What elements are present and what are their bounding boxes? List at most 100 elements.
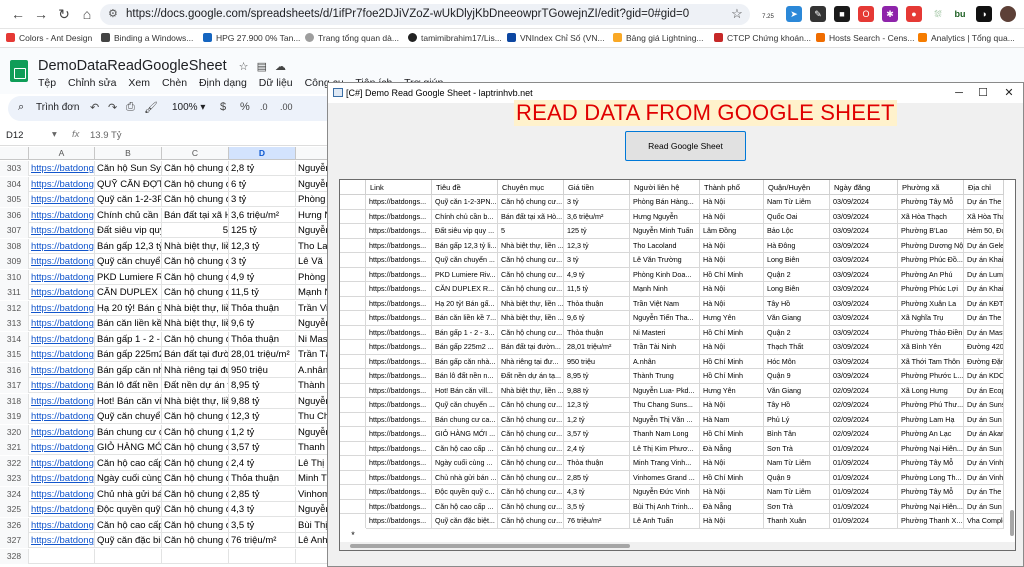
grid-cell[interactable]: 2,85 tỷ [564,470,630,486]
menu-file[interactable]: Tệp [38,77,56,89]
grid-cell[interactable]: PKD Lumiere Riv... [432,267,498,283]
grid-cell[interactable]: Hóc Môn [764,354,830,370]
scroll-thumb[interactable] [350,544,630,548]
decrease-decimal-button[interactable]: .0 [260,102,268,112]
grid-cell[interactable]: https://batdongs... [366,253,432,268]
sheet-row[interactable]: 321 https://batdong GIỎ HÀNG MỚI Căn hộ chu… [0,440,330,455]
cell-title[interactable]: Chính chủ cần bá [95,207,162,223]
move-folder-icon[interactable]: ▤ [257,61,267,73]
cell-contact[interactable]: Mạnh N [296,285,330,300]
grid-cell[interactable]: https://batdongs... [366,238,432,254]
column-header[interactable]: B [95,147,162,160]
grid-cell[interactable]: Hà Nội [700,209,764,225]
row-header[interactable] [340,369,366,384]
grid-cell[interactable]: Hà Nội [700,340,764,355]
grid-cell[interactable]: Hưng Nguyễn [630,209,700,225]
grid-cell[interactable]: Sơn Trà [764,441,830,457]
cell-price[interactable]: 3,5 tỷ [229,517,296,533]
grid-cell[interactable]: Căn hộ chung cư... [498,470,564,486]
column-header[interactable]: A [29,147,95,160]
cell-title[interactable]: Bán gấp căn nhà [95,362,162,378]
grid-cell[interactable]: Xã Bình Yên [898,340,964,355]
grid-row[interactable]: https://batdongs... PKD Lumiere Riv... Căn… [340,267,1015,283]
grid-cell[interactable]: 01/09/2024 [830,514,898,529]
grid-cell[interactable]: Hồ Chí Minh [700,369,764,384]
grid-cell[interactable]: 9,88 tỷ [564,383,630,399]
extension-icon-2[interactable]: ✱ [882,6,898,22]
cell-link[interactable]: https://batdong [29,347,95,362]
grid-column-header[interactable]: Thành phố [700,180,764,195]
grid-cell[interactable]: 2,4 tỷ [564,441,630,457]
cell-contact[interactable]: Thanh [296,440,330,455]
grid-cell[interactable]: Dự án The [964,311,1004,326]
cell-title[interactable]: Bán lô đất nền n [95,378,162,393]
grid-cell[interactable]: 9,6 tỷ [564,311,630,326]
cell-price[interactable]: 11,5 tỷ [229,285,296,300]
grid-cell[interactable]: 5 [498,224,564,239]
grid-cell[interactable]: 4,9 tỷ [564,267,630,283]
grid-cell[interactable]: Phường Thảo Điền [898,325,964,341]
grid-cell[interactable]: Dự án Akari [964,427,1004,442]
row-header[interactable] [340,224,366,239]
grid-cell[interactable]: 02/09/2024 [830,398,898,413]
grid-cell[interactable]: Phường An Phú [898,267,964,283]
cell-price[interactable]: Thỏa thuận [229,300,296,316]
grid-cell[interactable]: Dự án Geles [964,238,1004,254]
cell-price[interactable]: Thỏa thuận [229,471,296,486]
cell-link[interactable]: https://batdong [29,207,95,223]
grid-cell[interactable]: 11,5 tỷ [564,282,630,297]
cell-title[interactable]: Chủ nhà gửi bán [95,486,162,502]
grid-cell[interactable]: 03/09/2024 [830,209,898,225]
star-icon[interactable]: ☆ [239,61,249,73]
grid-column-header[interactable]: Chuyên mục [498,180,564,195]
cell-contact[interactable]: Ni Mas [296,331,330,347]
grid-cell[interactable]: Thỏa thuận [564,456,630,471]
grid-cell[interactable]: Dự án Lumi [964,267,1004,283]
grid-cell[interactable]: Dự án Vinh [964,456,1004,471]
sheet-row[interactable]: 328 [0,548,330,564]
row-header[interactable] [340,340,366,355]
grid-column-header[interactable]: Địa chỉ [964,180,1004,195]
grid-cell[interactable]: https://batdongs... [366,514,432,529]
paint-format-icon[interactable]: 🖌 [144,101,158,114]
sheet-row[interactable]: 318 https://batdong Hot! Bán căn vill Nhà b… [0,393,330,409]
grid-cell[interactable]: https://batdongs... [366,369,432,384]
cell-category[interactable]: Căn hộ chung cư [162,285,229,300]
row-number[interactable]: 305 [0,192,29,207]
cell-price[interactable]: 1,2 tỷ [229,424,296,440]
sheet-row[interactable]: 324 https://batdong Chủ nhà gửi bán Căn hộ … [0,486,330,502]
cell-contact[interactable]: Trần Vi [296,300,330,316]
grid-cell[interactable]: https://batdongs... [366,282,432,297]
cell-title[interactable]: Hạ 20 tỷ! Bán gấ [95,300,162,316]
cell-link[interactable]: https://batdong [29,254,95,269]
grid-cell[interactable]: CĂN DUPLEX R... [432,282,498,297]
grid-cell[interactable]: Phường Tây Mỗ [898,485,964,500]
grid-cell[interactable]: Nhà biệt thự, liền ... [498,311,564,326]
sheet-row[interactable]: 319 https://batdong Quỹ căn chuyển Căn hộ c… [0,409,330,424]
sheet-row[interactable]: 323 https://batdong Ngày cuối cùng Căn hộ c… [0,471,330,486]
grid-cell[interactable]: Nguyễn Thị Văn ... [630,412,700,428]
grid-cell[interactable]: A.nhân [630,354,700,370]
grid-cell[interactable]: 1,2 tỷ [564,412,630,428]
grid-column-header[interactable]: Ngày đăng [830,180,898,195]
cell-title[interactable]: GIỎ HÀNG MỚI [95,440,162,455]
cell-link[interactable]: https://batdong [29,223,95,238]
grid-cell[interactable]: https://batdongs... [366,267,432,283]
row-header[interactable] [340,282,366,297]
cell-category[interactable]: Nhà biệt thự, liề [162,300,229,316]
grid-cell[interactable]: Thành Trung [630,369,700,384]
grid-cell[interactable]: Thu Chang Suns... [630,398,700,413]
grid-cell[interactable]: Nhà biệt thự, liền ... [498,383,564,399]
cell-link[interactable]: https://batdong [29,517,95,533]
cell-title[interactable] [95,548,162,564]
cell-link[interactable]: https://batdong [29,533,95,548]
grid-cell[interactable]: Căn hộ chung cư... [498,253,564,268]
data-grid-view[interactable]: Link Tiêu đề Chuyên mục Giá tiền Người liên … [339,179,1016,551]
grid-cell[interactable]: Hẻm 50, Đư [964,224,1004,239]
column-header[interactable]: D [229,147,296,160]
grid-cell[interactable]: Bảo Lộc [764,224,830,239]
grid-cell[interactable]: Căn hộ chung cư... [498,267,564,283]
grid-cell[interactable]: 01/09/2024 [830,470,898,486]
cell-price[interactable]: 3,6 triệu/m² [229,207,296,223]
cell-link[interactable]: https://batdong [29,393,95,409]
